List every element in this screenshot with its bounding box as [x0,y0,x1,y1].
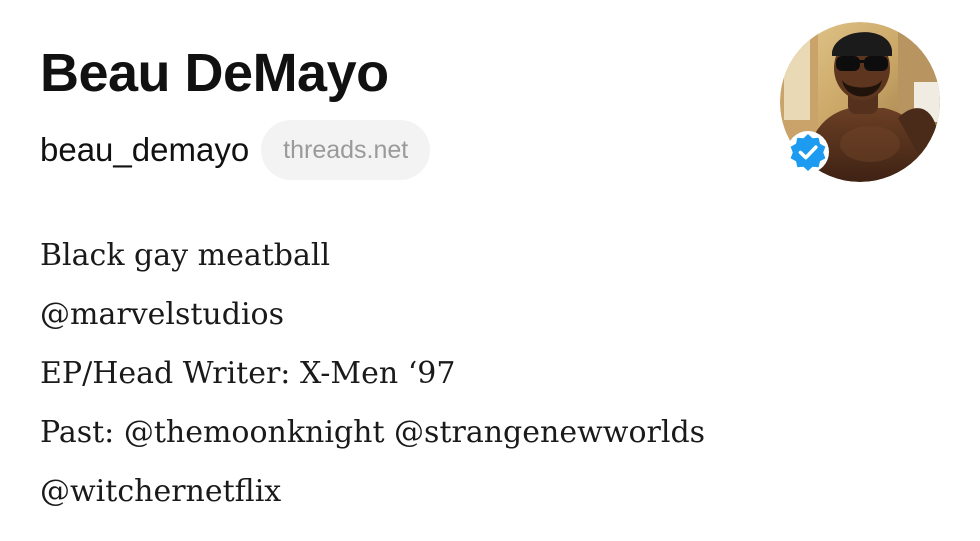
verified-check-icon [787,131,829,173]
profile-handle-row: beau_demayo threads.net [40,120,431,180]
bio-line: Past: @themoonknight @strangenewworlds [40,415,706,450]
threads-domain-chip[interactable]: threads.net [261,120,431,180]
profile-display-name: Beau DeMayo [40,43,389,103]
profile-avatar-container[interactable] [780,22,940,182]
bio-line: Black gay meatball [40,238,331,273]
bio-mention-link[interactable]: @marvelstudios [40,285,705,344]
profile-username: beau_demayo [40,131,250,168]
profile-bio: Black gay meatball @marvelstudios EP/Hea… [40,226,705,521]
bio-mention-link[interactable]: @witchernetflix [40,462,705,521]
bio-line: EP/Head Writer: X-Men ‘97 [40,356,456,391]
